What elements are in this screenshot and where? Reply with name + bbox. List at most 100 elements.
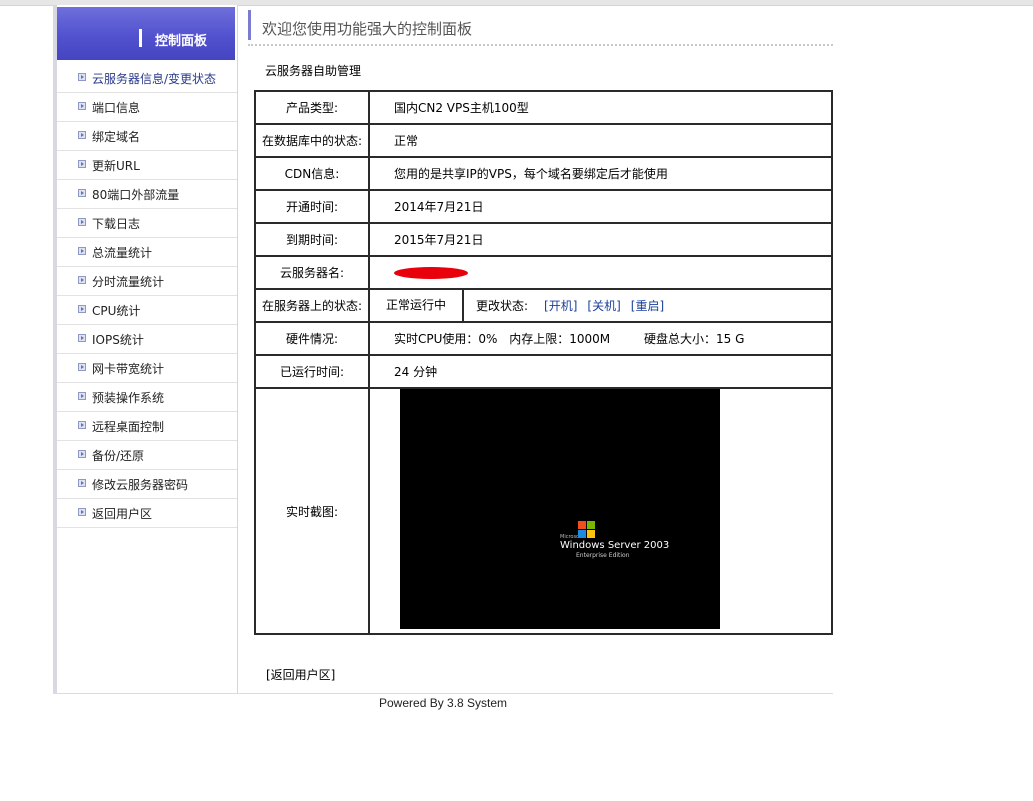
sidebar-item-label: 备份/还原 <box>92 449 145 463</box>
bullet-icon <box>78 479 86 487</box>
sidebar-item-iops-stats[interactable]: IOPS统计 <box>57 325 237 354</box>
bullet-icon <box>78 392 86 400</box>
bullet-icon <box>78 218 86 226</box>
db-status-label: 在数据库中的状态: <box>254 123 370 158</box>
sidebar-header: 控制面板 <box>57 7 235 60</box>
table-row: 到期时间: 2015年7月21日 <box>254 222 833 257</box>
table-row: 实时截图: Microsoft Windows Server 2003 Ente… <box>254 387 833 635</box>
windows-logo-icon <box>578 521 596 539</box>
sidebar-item-download-log[interactable]: 下载日志 <box>57 209 237 238</box>
server-info-table: 产品类型: 国内CN2 VPS主机100型 在数据库中的状态: 正常 CDN信息… <box>254 90 833 635</box>
bullet-icon <box>78 247 86 255</box>
welcome-accent <box>248 10 251 40</box>
screenshot-label: 实时截图: <box>254 387 370 635</box>
table-row: 在服务器上的状态: 正常运行中 更改状态: [开机] [关机] [重启] <box>254 288 833 323</box>
live-screenshot: Microsoft Windows Server 2003 Enterprise… <box>400 389 720 629</box>
sidebar-item-port-info[interactable]: 端口信息 <box>57 93 237 122</box>
os-edition: Enterprise Edition <box>576 552 630 559</box>
sidebar-item-hourly-traffic[interactable]: 分时流量统计 <box>57 267 237 296</box>
server-name-value <box>368 255 833 290</box>
table-row: 在数据库中的状态: 正常 <box>254 123 833 158</box>
sidebar-item-remote-desktop[interactable]: 远程桌面控制 <box>57 412 237 441</box>
title-divider <box>248 44 833 46</box>
sidebar-item-cpu-stats[interactable]: CPU统计 <box>57 296 237 325</box>
restart-link[interactable]: [重启] <box>631 299 664 313</box>
bullet-icon <box>78 450 86 458</box>
page-title: 欢迎您使用功能强大的控制面板 <box>262 20 473 38</box>
sidebar-item-label: 返回用户区 <box>92 507 153 521</box>
cpu-usage: 实时CPU使用：0% <box>394 332 498 346</box>
bullet-icon <box>78 102 86 110</box>
sidebar-item-label: 端口信息 <box>92 101 141 115</box>
bullet-icon <box>78 334 86 342</box>
sidebar-item-label: 下载日志 <box>92 217 141 231</box>
power-off-link[interactable]: [关机] <box>587 299 620 313</box>
table-row: 产品类型: 国内CN2 VPS主机100型 <box>254 90 833 125</box>
db-status-value: 正常 <box>368 123 833 158</box>
bullet-icon <box>78 131 86 139</box>
sidebar-header-bar <box>139 29 142 47</box>
bottom-divider <box>53 693 833 694</box>
sidebar-item-label: 网卡带宽统计 <box>92 362 165 376</box>
cdn-info-label: CDN信息: <box>254 156 370 191</box>
sidebar-item-port80-traffic[interactable]: 80端口外部流量 <box>57 180 237 209</box>
sidebar-item-update-url[interactable]: 更新URL <box>57 151 237 180</box>
sidebar: 控制面板 云服务器信息/变更状态 端口信息 绑定域名 更新URL 80端口外部流… <box>57 5 238 694</box>
server-status-label: 在服务器上的状态: <box>254 288 370 323</box>
bullet-icon <box>78 363 86 371</box>
sidebar-item-label: 远程桌面控制 <box>92 420 165 434</box>
cdn-info-value: 您用的是共享IP的VPS，每个域名要绑定后才能使用 <box>368 156 833 191</box>
sidebar-item-nic-bandwidth[interactable]: 网卡带宽统计 <box>57 354 237 383</box>
uptime-label: 已运行时间: <box>254 354 370 389</box>
sidebar-item-back-user-area[interactable]: 返回用户区 <box>57 499 237 528</box>
sidebar-item-label: 总流量统计 <box>92 246 153 260</box>
sidebar-item-label: 预装操作系统 <box>92 391 165 405</box>
bullet-icon <box>78 508 86 516</box>
sidebar-item-preinstall-os[interactable]: 预装操作系统 <box>57 383 237 412</box>
back-to-user-area-link[interactable]: [返回用户区] <box>266 666 335 683</box>
sidebar-item-bind-domain[interactable]: 绑定域名 <box>57 122 237 151</box>
server-name-label: 云服务器名: <box>254 255 370 290</box>
power-on-link[interactable]: [开机] <box>544 299 577 313</box>
bullet-icon <box>78 305 86 313</box>
product-type-label: 产品类型: <box>254 90 370 125</box>
footer-text: Powered By 3.8 System <box>379 696 508 710</box>
hardware-cell: 实时CPU使用：0% 内存上限：1000M 硬盘总大小：15 G <box>368 321 833 356</box>
expire-time-value: 2015年7月21日 <box>368 222 833 257</box>
sidebar-item-label: 修改云服务器密码 <box>92 478 189 492</box>
sidebar-item-label: 更新URL <box>92 159 140 173</box>
server-status-cell: 正常运行中 更改状态: [开机] [关机] [重启] <box>368 288 833 323</box>
sidebar-item-label: IOPS统计 <box>92 333 144 347</box>
sidebar-item-label: 80端口外部流量 <box>92 188 180 202</box>
expire-time-label: 到期时间: <box>254 222 370 257</box>
disk-size: 硬盘总大小：15 G <box>644 332 745 346</box>
table-row: 已运行时间: 24 分钟 <box>254 354 833 389</box>
sidebar-item-label: CPU统计 <box>92 304 141 318</box>
table-row: 硬件情况: 实时CPU使用：0% 内存上限：1000M 硬盘总大小：15 G <box>254 321 833 356</box>
bullet-icon <box>78 189 86 197</box>
bullet-icon <box>78 421 86 429</box>
sidebar-item-change-password[interactable]: 修改云服务器密码 <box>57 470 237 499</box>
server-status-value: 正常运行中 <box>370 290 464 321</box>
uptime-value: 24 分钟 <box>368 354 833 389</box>
screenshot-cell: Microsoft Windows Server 2003 Enterprise… <box>368 387 833 635</box>
sidebar-item-backup-restore[interactable]: 备份/还原 <box>57 441 237 470</box>
sidebar-item-label: 分时流量统计 <box>92 275 165 289</box>
open-time-label: 开通时间: <box>254 189 370 224</box>
change-status-label: 更改状态: <box>476 299 529 313</box>
sidebar-item-label: 云服务器信息/变更状态 <box>92 72 217 86</box>
os-title: Windows Server 2003 <box>560 540 670 551</box>
product-type-value: 国内CN2 VPS主机100型 <box>368 90 833 125</box>
redaction-mark <box>394 267 468 279</box>
sidebar-item-server-info[interactable]: 云服务器信息/变更状态 <box>57 64 237 93</box>
change-status-group: 更改状态: [开机] [关机] [重启] <box>464 297 674 314</box>
section-title: 云服务器自助管理 <box>265 64 362 78</box>
table-row: CDN信息: 您用的是共享IP的VPS，每个域名要绑定后才能使用 <box>254 156 833 191</box>
bullet-icon <box>78 73 86 81</box>
open-time-value: 2014年7月21日 <box>368 189 833 224</box>
bullet-icon <box>78 276 86 284</box>
sidebar-item-total-traffic[interactable]: 总流量统计 <box>57 238 237 267</box>
sidebar-title: 控制面板 <box>155 34 208 49</box>
table-row: 云服务器名: <box>254 255 833 290</box>
memory-limit: 内存上限：1000M <box>509 332 611 346</box>
